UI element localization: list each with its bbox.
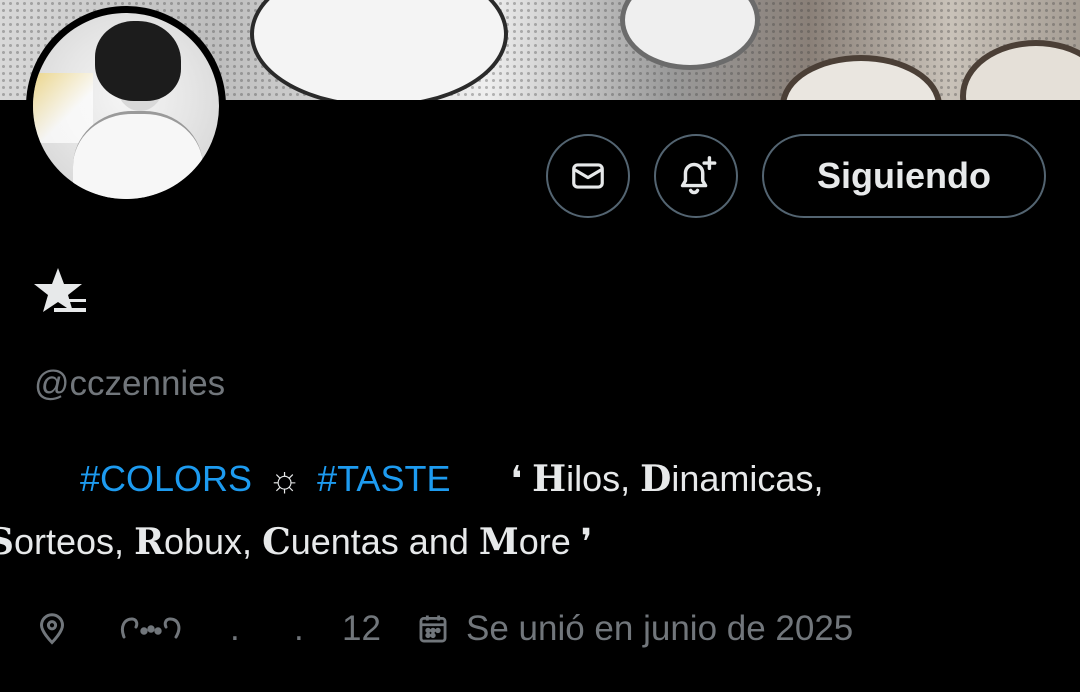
bio-text: inamicas,	[671, 458, 824, 499]
star-icon	[34, 268, 86, 312]
face-glyph-icon	[120, 617, 181, 639]
close-quote: ❜	[580, 522, 593, 563]
notifications-button[interactable]	[654, 134, 738, 218]
joined-item: Se unió en junio de 2025	[416, 604, 853, 654]
profile-meta: . . 12 Se unió en junio de 2025	[34, 604, 1044, 654]
joined-date: Se unió en junio de 2025	[466, 609, 854, 648]
location-pin-icon	[39, 613, 65, 645]
calendar-icon	[419, 615, 447, 643]
location-number: 12	[342, 609, 381, 648]
location-text-item	[116, 604, 186, 654]
open-quote: ❛	[510, 459, 523, 500]
avatar-image	[33, 13, 219, 199]
location-dot: .	[294, 609, 304, 648]
location-dot: .	[230, 609, 240, 648]
bio-letter: C	[262, 521, 291, 563]
avatar-body	[73, 111, 203, 199]
hashtag-taste[interactable]: #TASTE	[317, 458, 450, 499]
avatar-hair	[95, 21, 181, 101]
bio-letter: H	[532, 458, 567, 500]
message-button[interactable]	[546, 134, 630, 218]
bio-letter: D	[640, 458, 672, 500]
display-name: ★	[34, 264, 94, 324]
following-button[interactable]: Siguiendo	[762, 134, 1046, 218]
bio-text: uentas and	[290, 521, 479, 562]
bio-letter: M	[478, 521, 519, 563]
bio-text: ore	[518, 521, 571, 562]
bio-letter: S	[0, 521, 14, 563]
bio-text: obux,	[163, 521, 263, 562]
bio-text: orteos,	[14, 521, 135, 562]
banner-figure	[250, 0, 508, 100]
avatar[interactable]	[26, 6, 226, 206]
handle: @cczennies	[34, 364, 226, 403]
bio-text: ilos,	[566, 458, 641, 499]
separator-glyph: ☼	[268, 458, 302, 499]
hashtag-colors[interactable]: #COLORS	[80, 458, 252, 499]
bio: #COLORS ☼ #TASTE ❛ Hilos, Dinamicas, Sor…	[0, 448, 1044, 574]
bio-letter: R	[134, 521, 164, 563]
envelope-icon	[572, 163, 604, 189]
bell-plus-icon	[680, 156, 717, 195]
location-item	[34, 604, 70, 654]
